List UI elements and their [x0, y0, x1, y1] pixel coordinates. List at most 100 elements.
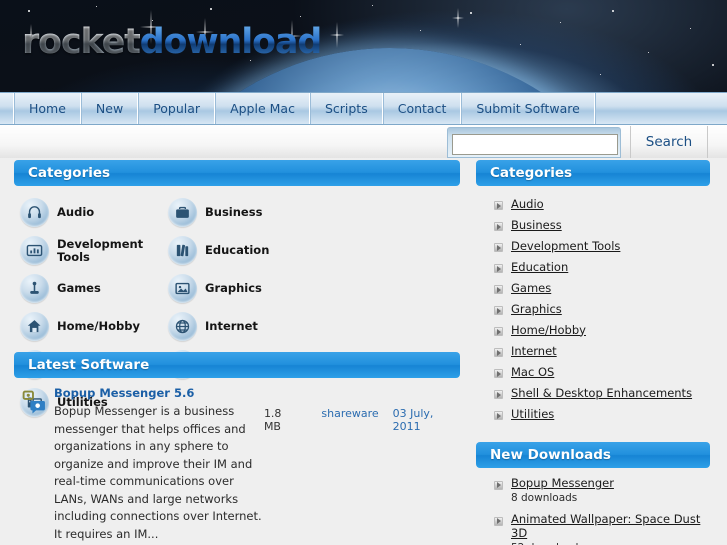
- arrow-right-icon: [494, 264, 503, 273]
- sidebar-item-home-hobby[interactable]: Home/Hobby: [476, 319, 712, 340]
- sidebar-categories-header: Categories: [476, 160, 710, 186]
- nav-scripts-label: Scripts: [324, 101, 368, 116]
- site-logo[interactable]: rocketdownload: [22, 22, 323, 62]
- nav-submit-software[interactable]: Submit Software: [461, 93, 595, 124]
- category-graphics[interactable]: Graphics: [168, 274, 316, 303]
- nav-home-label: Home: [29, 101, 66, 116]
- nav-home[interactable]: Home: [14, 93, 81, 124]
- search-box: [447, 127, 621, 158]
- download-item-count: 8 downloads: [511, 492, 578, 504]
- sidebar-item-home-hobby-label: Home/Hobby: [511, 322, 586, 337]
- new-downloads-panel: New Downloads Bopup Messenger 8 download…: [476, 442, 712, 545]
- sidebar-item-development-tools-label: Development Tools: [511, 238, 621, 253]
- nav-submit-software-label: Submit Software: [476, 101, 580, 116]
- software-license[interactable]: shareware: [321, 407, 378, 420]
- download-item-row[interactable]: Animated Wallpaper: Space Dust 3D: [494, 512, 712, 540]
- categories-panel-header: Categories: [14, 160, 460, 186]
- sidebar-item-development-tools[interactable]: Development Tools: [476, 235, 712, 256]
- category-education-label: Education: [205, 243, 270, 257]
- arrow-right-icon: [494, 222, 503, 231]
- sidebar-item-utilities-label: Utilities: [511, 406, 555, 421]
- category-internet-label: Internet: [205, 319, 258, 333]
- arrow-right-icon: [494, 201, 503, 210]
- sparkle-icon: [452, 8, 464, 28]
- software-description: Bopup Messenger is a business messenger …: [54, 404, 262, 541]
- sidebar-item-business-label: Business: [511, 217, 562, 232]
- sidebar-item-internet[interactable]: Internet: [476, 340, 712, 361]
- sidebar-item-mac-os-label: Mac OS: [511, 364, 555, 379]
- nav-left-edge: [0, 93, 14, 124]
- download-item: Bopup Messenger 8 downloads: [476, 476, 712, 512]
- latest-software-panel-title: Latest Software: [28, 357, 150, 373]
- category-home-hobby[interactable]: Home/Hobby: [20, 312, 168, 341]
- categories-panel-title: Categories: [28, 165, 111, 181]
- nav-popular[interactable]: Popular: [138, 93, 216, 124]
- sidebar-item-audio[interactable]: Audio: [476, 193, 712, 214]
- category-business[interactable]: Business: [168, 198, 316, 227]
- arrow-right-icon: [494, 285, 503, 294]
- search-button[interactable]: Search: [630, 126, 708, 158]
- logo-text-download: download: [139, 22, 323, 62]
- category-games[interactable]: Games: [20, 274, 168, 303]
- sidebar-item-audio-label: Audio: [511, 196, 544, 211]
- new-downloads-list: Bopup Messenger 8 downloads Animated Wal…: [476, 468, 712, 545]
- sidebar-item-internet-label: Internet: [511, 343, 557, 358]
- sidebar-item-shell-desktop-enhancements[interactable]: Shell & Desktop Enhancements: [476, 382, 712, 403]
- headphones-icon: [20, 198, 49, 227]
- sidebar-item-education-label: Education: [511, 259, 569, 274]
- download-item-row[interactable]: Bopup Messenger: [494, 476, 712, 490]
- category-home-hobby-label: Home/Hobby: [57, 319, 140, 333]
- sidebar-item-education[interactable]: Education: [476, 256, 712, 277]
- sidebar-item-shell-desktop-enhancements-label: Shell & Desktop Enhancements: [511, 385, 693, 400]
- joystick-icon: [20, 274, 49, 303]
- sidebar-item-business[interactable]: Business: [476, 214, 712, 235]
- page-root: rocketdownload Home New Popular Apple Ma…: [0, 0, 727, 545]
- arrow-right-icon: [494, 348, 503, 357]
- new-downloads-header: New Downloads: [476, 442, 710, 468]
- sidebar-categories-title: Categories: [490, 165, 573, 181]
- search-input[interactable]: [452, 133, 618, 155]
- category-games-label: Games: [57, 281, 101, 295]
- nav-contact[interactable]: Contact: [382, 93, 462, 124]
- software-title-link[interactable]: Bopup Messenger 5.6: [54, 386, 264, 400]
- picture-icon: [168, 274, 197, 303]
- sidebar-item-mac-os[interactable]: Mac OS: [476, 361, 712, 382]
- software-details: Bopup Messenger 5.6 Bopup Messenger is a…: [54, 386, 264, 543]
- download-item-name: Animated Wallpaper: Space Dust 3D: [511, 512, 701, 540]
- arrow-right-icon: [494, 369, 503, 378]
- nav-new-label: New: [95, 101, 124, 116]
- books-icon: [168, 236, 197, 265]
- category-development-tools[interactable]: Development Tools: [20, 236, 168, 265]
- nav-apple-mac-label: Apple Mac: [230, 101, 295, 116]
- globe-icon: [168, 312, 197, 341]
- site-banner: rocketdownload: [0, 0, 727, 92]
- category-education[interactable]: Education: [168, 236, 316, 265]
- category-business-label: Business: [205, 205, 263, 219]
- arrow-right-icon: [494, 243, 503, 252]
- nav-scripts[interactable]: Scripts: [309, 93, 383, 124]
- arrow-right-icon: [494, 411, 503, 420]
- chart-tools-icon: [20, 236, 49, 265]
- house-icon: [20, 312, 49, 341]
- main-navigation: Home New Popular Apple Mac Scripts Conta…: [0, 92, 727, 125]
- download-item-name: Bopup Messenger: [511, 476, 614, 490]
- software-date: 03 July, 2011: [392, 407, 434, 433]
- category-internet[interactable]: Internet: [168, 312, 316, 341]
- messenger-icon: [20, 388, 46, 414]
- nav-apple-mac[interactable]: Apple Mac: [215, 93, 310, 124]
- sidebar-item-games[interactable]: Games: [476, 277, 712, 298]
- sidebar-categories-list: Audio Business Development Tools Educati…: [476, 186, 712, 430]
- download-item: Animated Wallpaper: Space Dust 3D 52 dow…: [476, 512, 712, 545]
- sidebar-item-graphics[interactable]: Graphics: [476, 298, 712, 319]
- arrow-right-icon: [494, 327, 503, 336]
- category-audio[interactable]: Audio: [20, 198, 168, 227]
- software-list-item: Bopup Messenger 5.6 Bopup Messenger is a…: [14, 378, 460, 543]
- nav-new[interactable]: New: [80, 93, 139, 124]
- logo-text-rocket: rocket: [22, 22, 141, 62]
- arrow-right-icon: [494, 306, 503, 315]
- briefcase-icon: [168, 198, 197, 227]
- search-button-label: Search: [645, 134, 693, 150]
- latest-software-panel-header: Latest Software: [14, 352, 460, 378]
- software-size: 1.8 MB: [263, 407, 282, 433]
- sidebar-item-utilities[interactable]: Utilities: [476, 403, 712, 424]
